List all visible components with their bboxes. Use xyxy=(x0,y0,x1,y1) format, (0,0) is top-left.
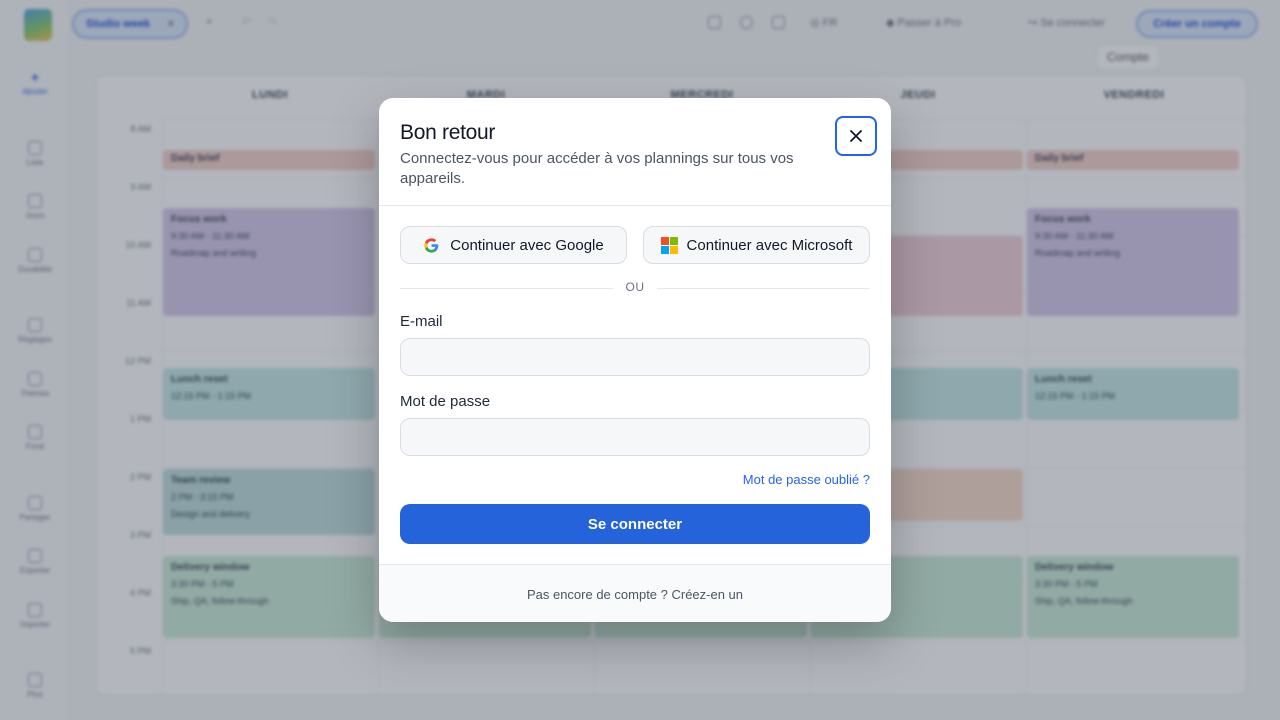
modal-title: Bon retour xyxy=(400,121,496,144)
divider xyxy=(379,205,891,206)
google-signin-button[interactable]: Continuer avec Google xyxy=(400,226,627,264)
signin-modal: Bon retour Connectez-vous pour accéder à… xyxy=(379,98,891,622)
divider xyxy=(400,288,613,289)
divider xyxy=(657,288,870,289)
signup-prompt[interactable]: Pas encore de compte ? Créez-en un xyxy=(379,564,891,622)
password-field[interactable] xyxy=(400,418,870,456)
microsoft-icon xyxy=(660,236,678,254)
or-separator: OU xyxy=(625,280,645,294)
signup-link[interactable]: Pas encore de compte ? Créez-en un xyxy=(527,587,743,602)
password-label: Mot de passe xyxy=(400,393,491,410)
google-icon xyxy=(424,237,439,253)
modal-subtitle: Connectez-vous pour accéder à vos planni… xyxy=(400,150,794,187)
close-icon xyxy=(850,130,862,142)
forgot-password-link[interactable]: Mot de passe oublié ? xyxy=(743,472,870,487)
signin-submit-button[interactable]: Se connecter xyxy=(400,504,870,544)
microsoft-signin-button[interactable]: Continuer avec Microsoft xyxy=(643,226,870,264)
email-field[interactable] xyxy=(400,338,870,376)
email-label: E-mail xyxy=(400,313,443,330)
close-button[interactable] xyxy=(835,116,877,156)
